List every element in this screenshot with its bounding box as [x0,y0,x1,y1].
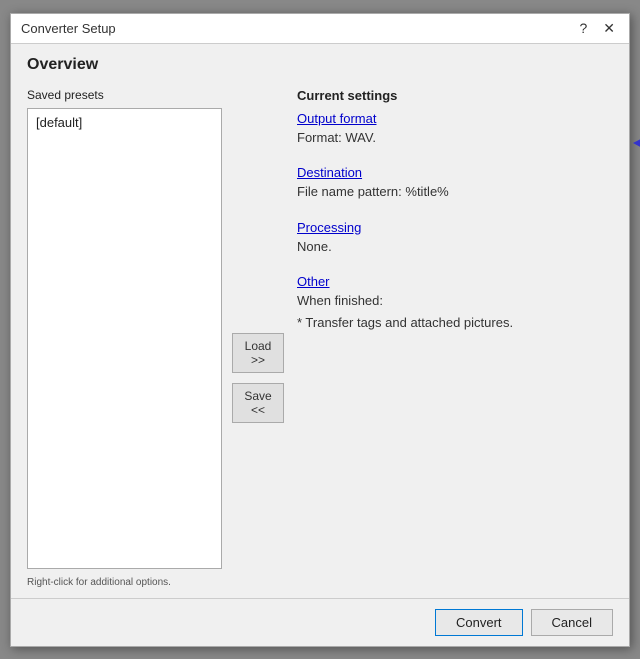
dialog-body: Saved presets [default] Right-click for … [11,78,629,598]
help-button[interactable]: ? [575,20,591,36]
right-click-hint: Right-click for additional options. [27,577,222,588]
saved-presets-label: Saved presets [27,88,222,102]
left-panel: Saved presets [default] Right-click for … [27,88,222,588]
processing-detail: None. [297,237,613,257]
load-button[interactable]: Load >> [232,333,284,373]
other-section: Other When finished: * Transfer tags and… [297,274,613,332]
dialog-title: Converter Setup [21,21,116,36]
presets-list[interactable]: [default] [27,108,222,569]
converter-setup-dialog: Converter Setup ? ✕ Overview Saved prese… [10,13,630,647]
convert-button[interactable]: Convert [435,609,523,636]
other-link[interactable]: Other [297,274,330,289]
cancel-button[interactable]: Cancel [531,609,613,636]
output-format-section: Output format Format: WAV. [297,111,613,148]
other-detail-line1: When finished: [297,291,613,311]
dialog-footer: Convert Cancel [11,598,629,646]
processing-link[interactable]: Processing [297,220,361,235]
destination-section: Destination File name pattern: %title% [297,165,613,202]
arrow-annotation [633,101,640,189]
save-button[interactable]: Save << [232,383,284,423]
close-button[interactable]: ✕ [599,20,619,37]
destination-link[interactable]: Destination [297,165,362,180]
current-settings-label: Current settings [297,88,613,103]
right-panel: Current settings Output format Format: W… [297,88,613,588]
output-format-link[interactable]: Output format [297,111,376,126]
middle-panel: Load >> Save << [232,88,287,588]
title-bar: Converter Setup ? ✕ [11,14,629,44]
processing-section: Processing None. [297,220,613,257]
other-detail-line2: * Transfer tags and attached pictures. [297,313,613,333]
dialog-header: Overview [11,44,629,78]
output-format-detail: Format: WAV. [297,128,613,148]
destination-detail: File name pattern: %title% [297,182,613,202]
title-bar-controls: ? ✕ [575,20,619,37]
preset-item-default[interactable]: [default] [32,113,217,132]
